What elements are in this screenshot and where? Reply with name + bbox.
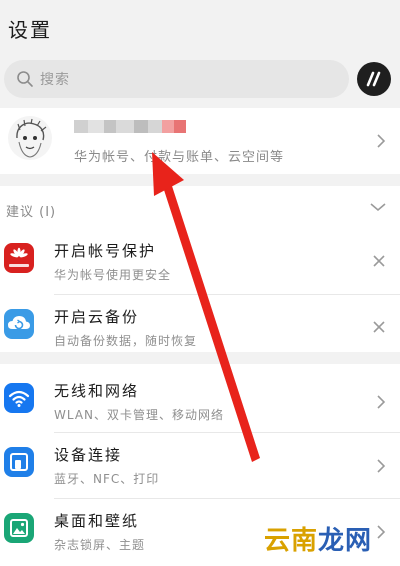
settings-item-title: 设备连接	[54, 446, 123, 464]
account-name-obscured	[74, 120, 186, 133]
huawei-logo-icon	[4, 243, 34, 273]
search-icon	[16, 70, 34, 88]
search-placeholder: 搜索	[40, 72, 70, 88]
watermark-part1: 云南	[264, 526, 319, 556]
page-title: 设置	[8, 18, 52, 42]
close-icon[interactable]	[372, 254, 386, 268]
watermark-part2: 龙网	[318, 526, 373, 556]
divider	[54, 432, 400, 433]
suggestion-subtitle: 自动备份数据，随时恢复	[54, 334, 198, 348]
wifi-icon	[4, 383, 34, 413]
divider	[54, 498, 400, 499]
suggestion-subtitle: 华为帐号使用更安全	[54, 268, 172, 282]
settings-item-subtitle: 蓝牙、NFC、打印	[54, 472, 160, 486]
settings-item-wireless-network[interactable]: 无线和网络 WLAN、双卡管理、移动网络	[0, 370, 400, 432]
avatar	[8, 116, 52, 160]
suggestion-title: 开启帐号保护	[54, 242, 157, 260]
suggestion-item-cloud-backup[interactable]: 开启云备份 自动备份数据，随时恢复	[0, 296, 400, 358]
chevron-right-icon	[377, 134, 386, 148]
settings-item-title: 桌面和壁纸	[54, 512, 140, 530]
chevron-right-icon	[377, 525, 386, 539]
divider	[54, 294, 400, 295]
settings-item-subtitle: 杂志锁屏、主题	[54, 538, 146, 552]
account-card[interactable]: 华为帐号、付款与账单、云空间等	[0, 108, 400, 174]
suggestions-header: 建议 (I)	[6, 205, 57, 220]
suggestions-card: 建议 (I) 开启帐号保护 华为帐号使用更安全 开启云备份 自动备份数据，随时恢…	[0, 186, 400, 352]
wallpaper-icon	[4, 513, 34, 543]
suggestion-item-account-protection[interactable]: 开启帐号保护 华为帐号使用更安全	[0, 230, 400, 292]
chevron-right-icon	[377, 395, 386, 409]
chevron-right-icon	[377, 459, 386, 473]
search-input[interactable]: 搜索	[4, 60, 349, 98]
close-icon[interactable]	[372, 320, 386, 334]
settings-item-subtitle: WLAN、双卡管理、移动网络	[54, 408, 225, 422]
chevron-down-icon[interactable]	[370, 202, 386, 212]
suggestion-title: 开启云备份	[54, 308, 140, 326]
hicloud-button[interactable]	[357, 62, 391, 96]
account-subtitle: 华为帐号、付款与账单、云空间等	[74, 150, 285, 165]
hicloud-logo-icon	[366, 71, 381, 87]
settings-item-title: 无线和网络	[54, 382, 140, 400]
watermark: 云南龙网	[264, 520, 372, 557]
device-connect-icon	[4, 447, 34, 477]
cloud-backup-icon	[4, 309, 34, 339]
settings-item-device-connection[interactable]: 设备连接 蓝牙、NFC、打印	[0, 434, 400, 496]
